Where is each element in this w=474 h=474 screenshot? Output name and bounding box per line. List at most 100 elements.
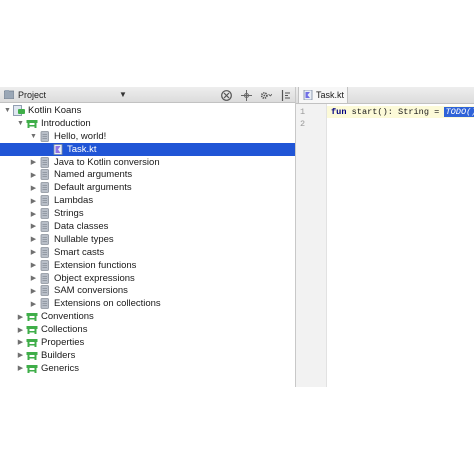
folder-icon <box>4 90 14 99</box>
project-panel-header: Project ▼ <box>0 87 295 103</box>
tree-item[interactable]: ▶ Default arguments <box>0 181 295 194</box>
file-icon <box>39 195 51 207</box>
expand-arrow-right-icon[interactable]: ▶ <box>29 274 38 282</box>
editor-tab-bar: Task.kt <box>296 87 474 104</box>
tree-item-label: Task.kt <box>67 143 97 155</box>
code-todo-selection[interactable]: TODO() <box>444 107 474 117</box>
tree-item[interactable]: ▼ Introduction <box>0 117 295 130</box>
file-icon <box>39 169 51 181</box>
tree-item-label: Java to Kotlin conversion <box>54 156 160 168</box>
tree-item[interactable]: ▶ Generics <box>0 362 295 375</box>
tree-item-label: Generics <box>41 362 80 374</box>
collapse-all-icon[interactable] <box>220 89 232 101</box>
tree-item[interactable]: ▶ Builders <box>0 349 295 362</box>
tree-item[interactable]: ▶ Properties <box>0 336 295 349</box>
tree-item[interactable]: ▶ Collections <box>0 323 295 336</box>
tree-item[interactable]: ▼ Hello, world! <box>0 130 295 143</box>
package-icon <box>26 118 38 129</box>
tree-item-label: Properties <box>41 336 85 348</box>
project-panel: Project ▼ ▼ Kotlin Koans ▼ Introduction ▼ Hel… <box>0 87 296 387</box>
ide-window: Project ▼ ▼ Kotlin Koans ▼ Introduction ▼ Hel… <box>0 87 474 387</box>
expand-arrow-down-icon[interactable]: ▼ <box>3 107 12 114</box>
package-icon <box>26 337 38 348</box>
code-keyword: fun <box>331 107 347 117</box>
file-icon <box>39 285 51 297</box>
file-icon <box>39 182 51 194</box>
file-icon <box>39 272 51 284</box>
expand-arrow-down-icon[interactable]: ▼ <box>16 120 25 127</box>
expand-arrow-right-icon[interactable]: ▶ <box>29 300 38 308</box>
expand-arrow-right-icon[interactable]: ▶ <box>16 326 25 334</box>
line-number: 2 <box>300 119 306 129</box>
chevron-down-icon[interactable]: ▼ <box>119 90 127 99</box>
code-signature: start(): String = <box>346 107 445 117</box>
file-icon <box>39 233 51 245</box>
expand-arrow-right-icon[interactable]: ▶ <box>29 197 38 205</box>
tree-item-label: Lambdas <box>54 195 94 207</box>
code-text-area[interactable]: fun start(): String = TODO() <box>327 104 474 387</box>
package-icon <box>26 324 38 335</box>
tree-item[interactable]: ▶ Extension functions <box>0 259 295 272</box>
tree-item-label: Extensions on collections <box>54 298 161 310</box>
line-number-gutter: 1 2 <box>296 104 327 387</box>
gear-icon[interactable] <box>260 89 272 101</box>
code-line[interactable]: fun start(): String = TODO() <box>331 107 474 117</box>
expand-arrow-right-icon[interactable]: ▶ <box>16 364 25 372</box>
tree-item-label: Nullable types <box>54 233 114 245</box>
tree-item-label: Named arguments <box>54 169 133 181</box>
expand-arrow-right-icon[interactable]: ▶ <box>29 287 38 295</box>
scroll-from-source-icon[interactable] <box>240 89 252 101</box>
expand-arrow-right-icon[interactable]: ▶ <box>16 338 25 346</box>
tree-item[interactable]: ▶ Nullable types <box>0 233 295 246</box>
tree-item[interactable]: ▶ Java to Kotlin conversion <box>0 156 295 169</box>
code-editor: Task.kt 1 2 fun start(): String = TODO() <box>296 87 474 387</box>
expand-arrow-right-icon[interactable]: ▶ <box>29 261 38 269</box>
tree-item[interactable]: ▶ SAM conversions <box>0 284 295 297</box>
tree-item-label: Collections <box>41 324 88 336</box>
tree-item-label: Strings <box>54 208 84 220</box>
tree-item[interactable]: ▼ Kotlin Koans <box>0 104 295 117</box>
expand-arrow-down-icon[interactable]: ▼ <box>29 133 38 140</box>
tree-item-label: Object expressions <box>54 272 135 284</box>
expand-arrow-right-icon[interactable]: ▶ <box>29 158 38 166</box>
kotlin-file-icon <box>303 90 313 100</box>
expand-arrow-right-icon[interactable]: ▶ <box>29 210 38 218</box>
tree-item[interactable]: ▶ Object expressions <box>0 272 295 285</box>
file-icon <box>39 246 51 258</box>
package-icon <box>26 350 38 361</box>
expand-arrow-right-icon[interactable]: ▶ <box>29 248 38 256</box>
line-number: 1 <box>300 107 306 117</box>
file-icon <box>39 259 51 271</box>
file-icon <box>39 298 51 310</box>
project-panel-toolbar <box>220 89 292 101</box>
expand-arrow-right-icon[interactable]: ▶ <box>29 171 38 179</box>
tree-item-label: Extension functions <box>54 259 137 271</box>
kotlin-file-icon <box>52 143 64 155</box>
module-icon <box>13 105 25 116</box>
tree-item[interactable]: ▶ Named arguments <box>0 168 295 181</box>
expand-arrow-right-icon[interactable]: ▶ <box>16 351 25 359</box>
tab-task-kt[interactable]: Task.kt <box>298 87 348 103</box>
project-panel-title[interactable]: Project <box>18 90 46 100</box>
tree-item-label: Hello, world! <box>54 130 107 142</box>
project-tree: ▼ Kotlin Koans ▼ Introduction ▼ Hello, world!… <box>0 103 295 375</box>
hide-panel-icon[interactable] <box>280 89 292 101</box>
package-icon <box>26 311 38 322</box>
expand-arrow-right-icon[interactable]: ▶ <box>29 235 38 243</box>
tree-item-label: Kotlin Koans <box>28 104 82 116</box>
expand-arrow-right-icon[interactable]: ▶ <box>29 184 38 192</box>
expand-arrow-right-icon[interactable]: ▶ <box>16 313 25 321</box>
tree-item[interactable]: ▶ Conventions <box>0 310 295 323</box>
tree-item[interactable]: ▶ Smart casts <box>0 246 295 259</box>
tree-item[interactable]: ▶ Strings <box>0 207 295 220</box>
expand-arrow-right-icon[interactable]: ▶ <box>29 222 38 230</box>
tree-item-label: Data classes <box>54 220 109 232</box>
tree-item-label: Introduction <box>41 117 91 129</box>
tab-label: Task.kt <box>316 90 345 100</box>
tree-item[interactable]: ▶ Data classes <box>0 220 295 233</box>
tree-item[interactable]: ▶ Extensions on collections <box>0 297 295 310</box>
tree-item-label: SAM conversions <box>54 285 128 297</box>
tree-item-label: Smart casts <box>54 246 105 258</box>
tree-item[interactable]: ▶ Lambdas <box>0 194 295 207</box>
tree-item[interactable]: Task.kt <box>0 142 295 156</box>
